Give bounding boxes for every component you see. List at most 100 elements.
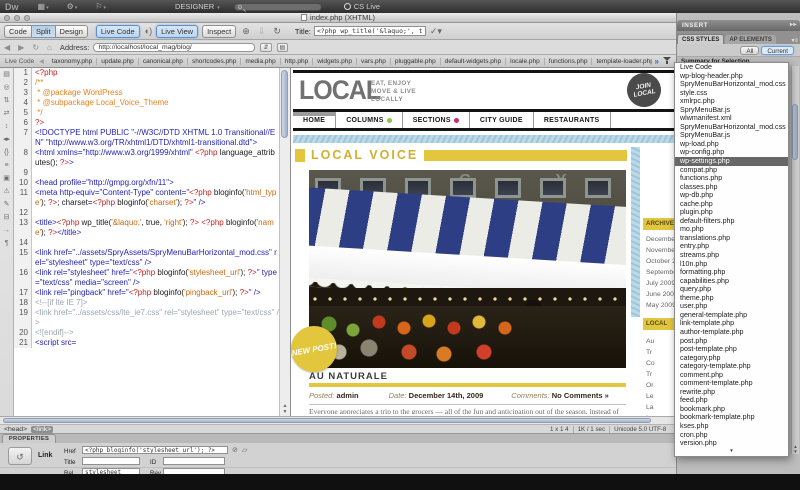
menu-item[interactable]: post.php (675, 337, 788, 346)
related-file-tab[interactable]: media.php (241, 58, 280, 65)
collapse-selection-icon[interactable]: ⇄ (4, 110, 10, 117)
related-file-tab[interactable]: vars.php (357, 58, 391, 65)
site-nav-item[interactable]: COLUMNS (336, 112, 403, 128)
indent-code-icon[interactable]: → (3, 227, 10, 234)
menu-item[interactable]: default-filters.php (675, 217, 788, 226)
code-text[interactable]: <link href="../assets/SpryAssets/SpryMen… (32, 248, 279, 268)
local-link[interactable]: Au (646, 338, 676, 349)
source-code-label[interactable]: Live Code (5, 58, 34, 65)
line-numbers-icon[interactable]: ≡ (4, 162, 8, 169)
code-view-pane[interactable]: 1<?php2/**3 * @package WordPress4 * @sub… (14, 68, 279, 416)
scroll-tabs-left-icon[interactable]: ◀ (39, 58, 44, 65)
code-text[interactable]: <head profile="http://gmpg.org/xfn/11"> (32, 178, 279, 188)
menu-item[interactable]: wp-db.php (675, 191, 788, 200)
tab-css-styles[interactable]: CSS STYLES (677, 34, 724, 44)
archive-month-link[interactable]: July 2009 (646, 280, 676, 291)
panel-scrollbar-arrows-icon[interactable]: ▲▼ (792, 444, 799, 454)
code-text[interactable]: <!DOCTYPE html PUBLIC "-//W3C//DTD XHTML… (32, 128, 279, 148)
menu-item[interactable]: translations.php (675, 234, 788, 243)
syntax-error-alerts-icon[interactable]: ⚠ (3, 188, 9, 195)
code-text[interactable] (32, 238, 279, 248)
menu-item[interactable]: category-template.php (675, 362, 788, 371)
archive-month-link[interactable]: December 2009 (646, 236, 676, 247)
local-link[interactable]: La (646, 404, 676, 415)
browser-compatibility-icon[interactable]: ✓▾ (430, 26, 442, 37)
preview-browser-icon[interactable]: ⊕ (242, 26, 250, 37)
code-text[interactable]: <![endif]--> (32, 328, 279, 338)
related-file-tab[interactable]: widgets.php (313, 58, 357, 65)
app-search-input[interactable] (234, 3, 322, 11)
expand-all-icon[interactable]: ↕ (5, 123, 9, 130)
format-source-icon[interactable]: ¶ (5, 240, 9, 247)
follow-links-icon[interactable]: ⇵ (260, 43, 271, 52)
forward-icon[interactable]: ▶ (18, 43, 24, 52)
browse-folder-icon[interactable]: ▱ (242, 446, 247, 454)
related-file-tab[interactable]: http.php (281, 58, 314, 65)
page-title-input[interactable] (314, 26, 426, 36)
menu-item[interactable]: SpryMenuBarHorizontal_mod.css (675, 123, 788, 132)
related-file-tab[interactable]: locale.php (506, 58, 545, 65)
menu-item[interactable]: wp-blog-header.php (675, 72, 788, 81)
more-files-icon[interactable]: » (655, 57, 659, 66)
menu-item[interactable]: wp-settings.php (675, 157, 788, 166)
archive-month-link[interactable]: October 2009 (646, 258, 676, 269)
site-menu-icon[interactable]: ⚐▾ (95, 2, 106, 11)
page-settings-icon[interactable]: ▤ (277, 43, 289, 52)
menu-item[interactable]: link-template.php (675, 319, 788, 328)
archive-month-link[interactable]: May 2009 (646, 302, 676, 313)
menu-item[interactable]: xmlrpc.php (675, 97, 788, 106)
site-logo[interactable]: LOCAL (299, 75, 380, 106)
local-link[interactable]: Tr (646, 371, 676, 382)
menu-item[interactable]: capabilities.php (675, 277, 788, 286)
menu-item[interactable]: kses.php (675, 422, 788, 431)
scrollbar-arrows-icon[interactable]: ▲▼ (280, 403, 290, 415)
title-input[interactable] (82, 457, 140, 465)
panel-collapse-icon[interactable]: ▸▸ (790, 20, 797, 31)
filter-related-files-icon[interactable] (662, 57, 672, 66)
related-file-tab[interactable]: default-widgets.php (441, 58, 506, 65)
site-nav-item[interactable]: RESTAURANTS (534, 112, 611, 128)
related-file-tab[interactable]: canonical.php (139, 58, 188, 65)
code-text[interactable]: <link href="../assets/css/lte_ie7.css" r… (32, 308, 279, 328)
live-view-button[interactable]: Live View (156, 25, 198, 38)
point-to-file-icon[interactable]: ⊘ (232, 446, 238, 454)
code-text[interactable]: <html xmlns="http://www.w3.org/1999/xhtm… (32, 148, 279, 168)
workspace-switcher[interactable]: DESIGNER ▾ (175, 2, 220, 11)
menu-item[interactable]: wlwmanifest.xml (675, 114, 788, 123)
post-photo[interactable]: G Y (309, 170, 626, 368)
code-text[interactable]: * @package WordPress (32, 88, 279, 98)
menu-item[interactable]: SpryMenuBar.js (675, 131, 788, 140)
menu-scroll-down-icon[interactable]: ▼ (675, 448, 788, 454)
layout-menu-icon[interactable]: ▦▾ (38, 2, 49, 11)
related-file-tab[interactable]: taxonomy.php (48, 58, 97, 65)
code-text[interactable] (32, 168, 279, 178)
code-text[interactable]: <?php (32, 68, 279, 78)
code-text[interactable]: <link rel="stylesheet" href="<?php blogi… (32, 268, 279, 288)
menu-item[interactable]: theme.php (675, 294, 788, 303)
local-link[interactable]: Co (646, 360, 676, 371)
id-input[interactable] (163, 457, 225, 465)
code-vertical-scrollbar[interactable]: ▲▼ (279, 68, 290, 416)
code-text[interactable]: */ (32, 108, 279, 118)
menu-item[interactable]: user.php (675, 302, 788, 311)
code-text[interactable]: <title><?php wp_title('&laquo;', true, '… (32, 218, 279, 238)
panel-scrollbar-thumb[interactable] (792, 104, 798, 160)
menu-item[interactable]: compat.php (675, 166, 788, 175)
menu-item[interactable]: entry.php (675, 242, 788, 251)
properties-tab[interactable]: PROPERTIES (2, 434, 56, 443)
menu-item[interactable]: post-template.php (675, 345, 788, 354)
cs-live-button[interactable]: CS Live (344, 2, 380, 11)
live-code-button[interactable]: Live Code (96, 25, 140, 38)
scrollbar-thumb[interactable] (281, 70, 288, 138)
related-file-tab[interactable]: shortcodes.php (188, 58, 241, 65)
menu-item[interactable]: rewrite.php (675, 388, 788, 397)
open-documents-icon[interactable]: ▤ (3, 71, 10, 78)
current-mode-button[interactable]: Current (761, 46, 794, 55)
code-text[interactable] (32, 208, 279, 218)
inspect-button[interactable]: Inspect (202, 25, 236, 38)
tag-selector-item[interactable]: <head> (4, 426, 27, 433)
panel-menu-icon[interactable]: ▾≡ (791, 37, 798, 44)
menu-item[interactable]: wp-config.php (675, 148, 788, 157)
refresh-page-icon[interactable]: ↻ (32, 43, 39, 52)
insert-panel-header[interactable]: INSERT▸▸ (677, 20, 800, 31)
